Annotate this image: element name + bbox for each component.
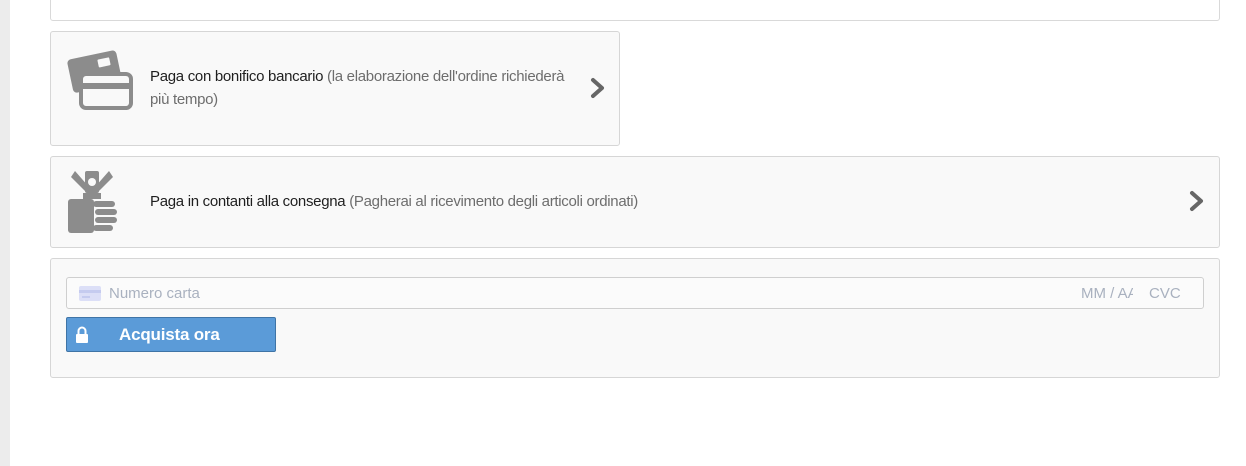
cash-on-delivery-title: Paga in contanti alla consegna [150,193,346,210]
previous-section-panel [50,0,1220,21]
cash-hand-icon [68,171,117,233]
bank-transfer-text: Paga con bonifico bancario (la elaborazi… [150,65,570,111]
cash-on-delivery-text: Paga in contanti alla consegna (Pagherai… [150,190,1050,213]
card-payment-panel: Acquista ora [50,258,1220,378]
buy-now-label: Acquista ora [119,325,220,344]
page-left-rail [0,0,10,466]
chevron-right-icon [591,78,604,98]
buy-now-button[interactable]: Acquista ora [66,317,276,352]
card-number-input[interactable] [109,278,609,308]
payment-option-bank-transfer[interactable]: Paga con bonifico bancario (la elaborazi… [50,31,620,146]
bank-transfer-title: Paga con bonifico bancario [150,68,324,85]
card-icon [79,286,101,301]
payment-option-cash-on-delivery[interactable]: Paga in contanti alla consegna (Pagherai… [50,156,1220,248]
chevron-right-icon [1190,191,1203,211]
card-cvc-input[interactable] [1149,278,1189,308]
card-input-group [66,277,1204,309]
cash-on-delivery-description: (Pagherai al ricevimento degli articoli … [349,193,638,210]
card-expiry-input[interactable] [1081,278,1133,308]
credit-card-icon [67,50,133,110]
lock-icon [76,326,88,343]
